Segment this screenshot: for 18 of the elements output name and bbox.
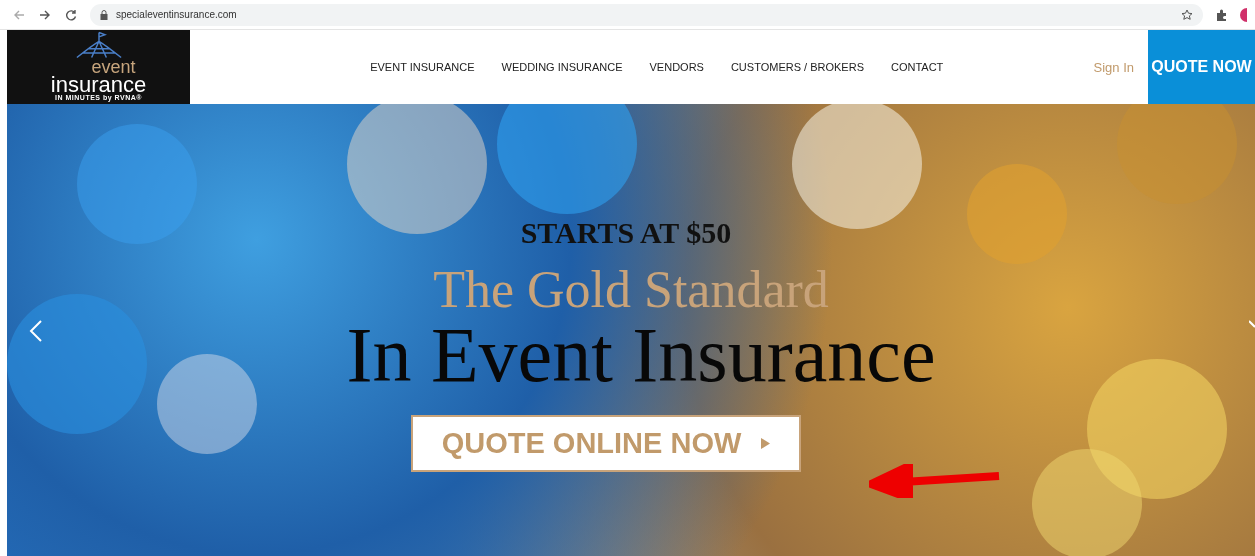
nav-link[interactable]: CONTACT (890, 61, 944, 73)
nav-link[interactable]: EVENT INSURANCE (370, 61, 475, 73)
nav-link[interactable]: WEDDING INSURANCE (501, 61, 623, 73)
reload-icon[interactable] (64, 7, 78, 22)
lock-icon (100, 9, 108, 20)
nav-link[interactable]: CUSTOMERS / BROKERS (730, 61, 864, 73)
address-bar[interactable]: specialeventinsurance.com (90, 3, 1203, 26)
star-icon[interactable] (1181, 8, 1193, 21)
nav-link[interactable]: VENDORS (649, 61, 704, 73)
quote-now-button[interactable]: QUOTE NOW (1148, 30, 1255, 104)
puzzle-icon[interactable] (1215, 8, 1227, 21)
avatar-icon[interactable] (1239, 6, 1247, 23)
hero-eyebrow: STARTS AT $50 (520, 216, 732, 250)
logo-word: event (91, 59, 136, 75)
logo-word: insurance (50, 75, 147, 94)
previous-slide-icon[interactable] (29, 319, 43, 343)
triangle-icon (761, 438, 771, 449)
url-text: specialeventinsurance.com (116, 9, 237, 20)
